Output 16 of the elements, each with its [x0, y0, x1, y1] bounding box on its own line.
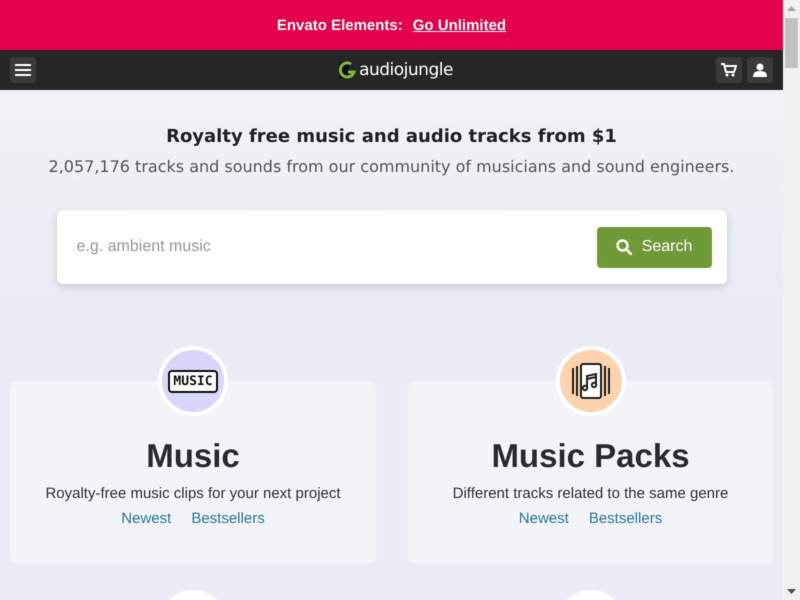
- category-link[interactable]: Bestsellers: [588, 510, 662, 527]
- search-button[interactable]: Search: [596, 226, 712, 268]
- music-label-icon: MUSIC: [168, 370, 218, 392]
- banner-link[interactable]: Go Unlimited: [412, 16, 506, 34]
- category-description: Different tracks related to the same genre: [452, 485, 728, 502]
- hero-title: Royalty free music and audio tracks from $1: [166, 126, 617, 147]
- banner-text: Envato Elements:: [276, 16, 403, 34]
- hero-subtitle: 2,057,176 tracks and sounds from our community of musicians and sound engineers.: [48, 157, 734, 176]
- category-description: Royalty-free music clips for your next project: [45, 485, 341, 502]
- search-field[interactable]: e.g. ambient music: [74, 237, 478, 257]
- category-title: Music: [146, 437, 240, 475]
- category-link[interactable]: Newest: [518, 510, 569, 527]
- category-title: Music Packs: [491, 437, 690, 475]
- category-link[interactable]: Newest: [121, 510, 172, 527]
- category-link[interactable]: Bestsellers: [191, 510, 265, 527]
- logo-text[interactable]: audiojungle: [359, 60, 453, 80]
